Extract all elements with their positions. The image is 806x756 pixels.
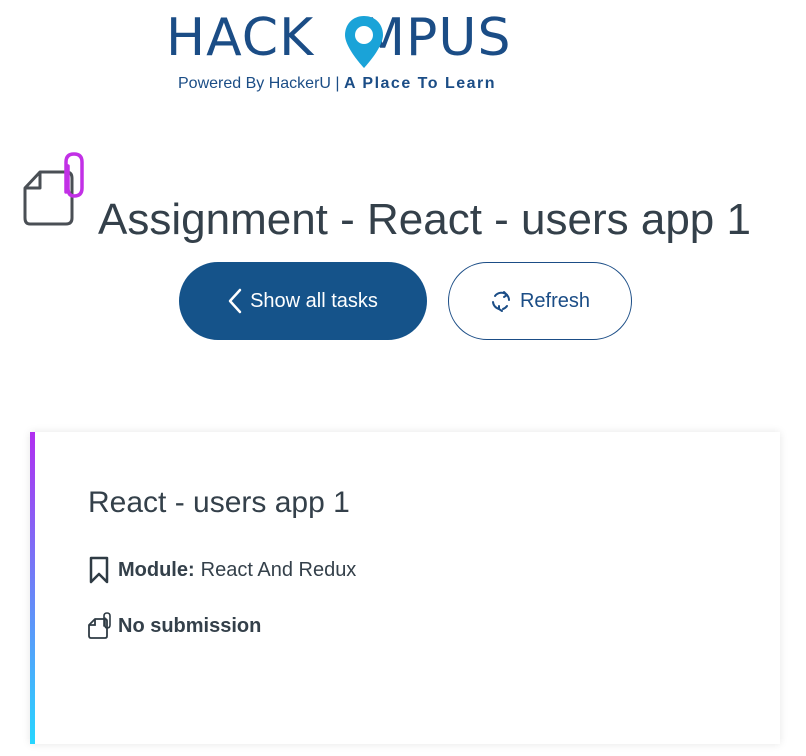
task-card[interactable]: React - users app 1 Module: React And Re… bbox=[30, 432, 780, 744]
module-label: Module: bbox=[118, 558, 195, 581]
tagline-normal: Powered By HackerU | bbox=[178, 75, 344, 92]
tagline-bold: A Place To Learn bbox=[344, 75, 497, 92]
location-pin-icon bbox=[345, 16, 383, 68]
site-header: HACK MPUS Powered By HackerU | A Place To… bbox=[0, 0, 806, 112]
logo-tagline: Powered By HackerU | A Place To Learn bbox=[178, 75, 496, 93]
refresh-button[interactable]: Refresh bbox=[448, 262, 632, 340]
refresh-icon bbox=[490, 290, 512, 312]
show-all-tasks-label: Show all tasks bbox=[250, 289, 378, 312]
task-title: React - users app 1 bbox=[88, 486, 350, 519]
bookmark-icon bbox=[88, 556, 118, 584]
task-submission-row: No submission bbox=[88, 612, 267, 640]
module-value: React And Redux bbox=[200, 558, 357, 581]
submission-status: No submission bbox=[118, 614, 262, 637]
document-paperclip-icon bbox=[88, 612, 118, 640]
refresh-label: Refresh bbox=[519, 289, 591, 312]
logo-wordmark: HACK MPUS bbox=[166, 12, 511, 64]
document-paperclip-icon bbox=[23, 152, 84, 226]
logo-wordmark-left: HACK bbox=[166, 8, 315, 68]
card-accent-bar bbox=[30, 432, 35, 744]
chevron-left-icon bbox=[228, 288, 242, 314]
page-title: Assignment - React - users app 1 bbox=[98, 195, 751, 245]
show-all-tasks-button[interactable]: Show all tasks bbox=[179, 262, 427, 340]
task-module-row: Module: React And Redux bbox=[88, 556, 356, 584]
